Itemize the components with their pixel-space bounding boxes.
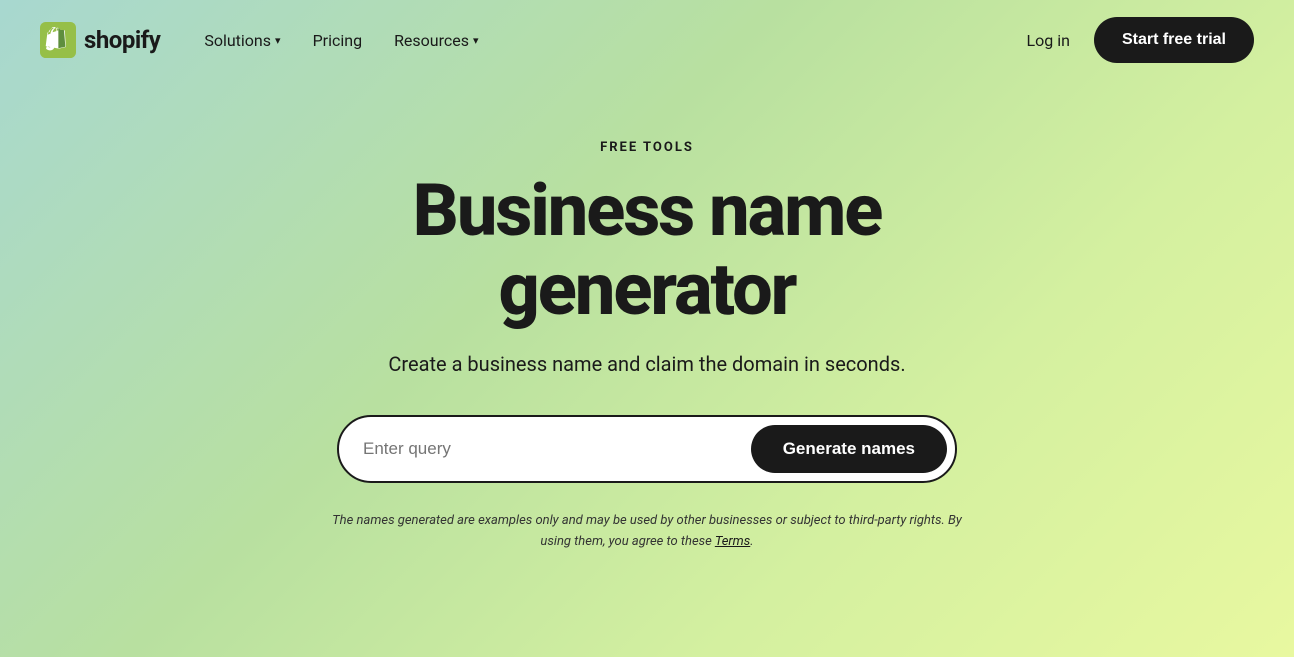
search-input[interactable] xyxy=(363,439,751,459)
logo-text: shopify xyxy=(84,26,160,54)
disclaimer-content: The names generated are examples only an… xyxy=(332,513,962,549)
pricing-label: Pricing xyxy=(313,31,363,50)
resources-chevron-icon: ▾ xyxy=(473,34,479,47)
hero-subtitle: Create a business name and claim the dom… xyxy=(388,349,905,379)
start-trial-button[interactable]: Start free trial xyxy=(1094,17,1254,63)
search-box: Generate names xyxy=(337,415,957,483)
hero-title: Business name generator xyxy=(297,171,997,329)
eyebrow-label: FREE TOOLS xyxy=(600,140,694,155)
shopify-logo-icon xyxy=(40,22,76,58)
pricing-nav-link[interactable]: Pricing xyxy=(301,23,375,58)
resources-label: Resources xyxy=(394,31,469,50)
logo-link[interactable]: shopify xyxy=(40,22,160,58)
solutions-chevron-icon: ▾ xyxy=(275,34,281,47)
nav-links: Solutions ▾ Pricing Resources ▾ xyxy=(192,23,490,58)
nav-right: Log in Start free trial xyxy=(1027,17,1254,63)
solutions-label: Solutions xyxy=(204,31,271,50)
hero-section: FREE TOOLS Business name generator Creat… xyxy=(0,80,1294,553)
navigation: shopify Solutions ▾ Pricing Resources ▾ … xyxy=(0,0,1294,80)
resources-nav-link[interactable]: Resources ▾ xyxy=(382,23,490,58)
terms-link[interactable]: Terms xyxy=(715,534,750,549)
solutions-nav-link[interactable]: Solutions ▾ xyxy=(192,23,292,58)
nav-left: shopify Solutions ▾ Pricing Resources ▾ xyxy=(40,22,491,58)
disclaimer-text: The names generated are examples only an… xyxy=(327,511,967,553)
login-link[interactable]: Log in xyxy=(1027,31,1070,50)
generate-names-button[interactable]: Generate names xyxy=(751,425,947,473)
